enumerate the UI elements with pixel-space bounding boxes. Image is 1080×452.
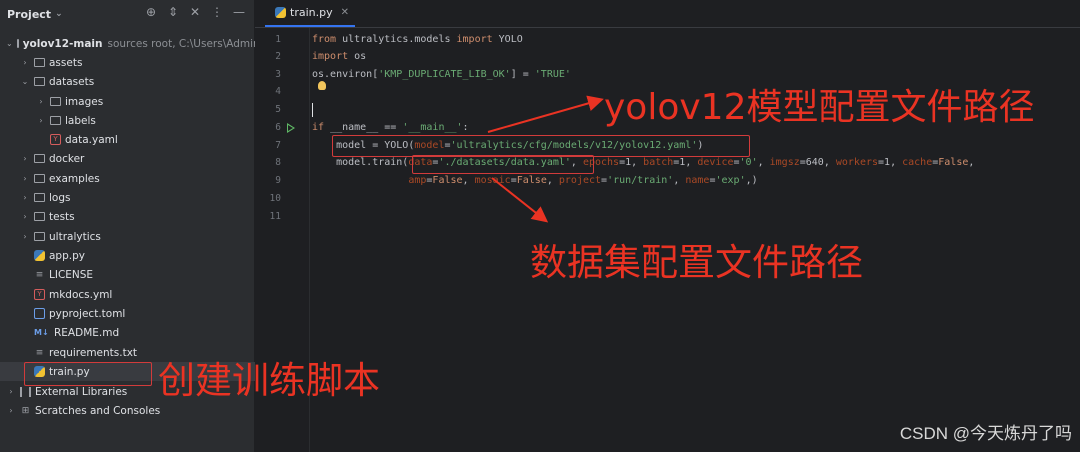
arrow-to-dataset-label [491,177,549,223]
annotation-dataset-config: 数据集配置文件路径 [530,241,863,284]
annotation-model-config: yolov12模型配置文件路径 [604,87,1035,128]
watermark: CSDN @今天炼丹了吗 [899,424,1072,443]
annotation-create-script: 创建训练脚本 [158,359,380,402]
arrow-to-model-label [487,95,604,133]
